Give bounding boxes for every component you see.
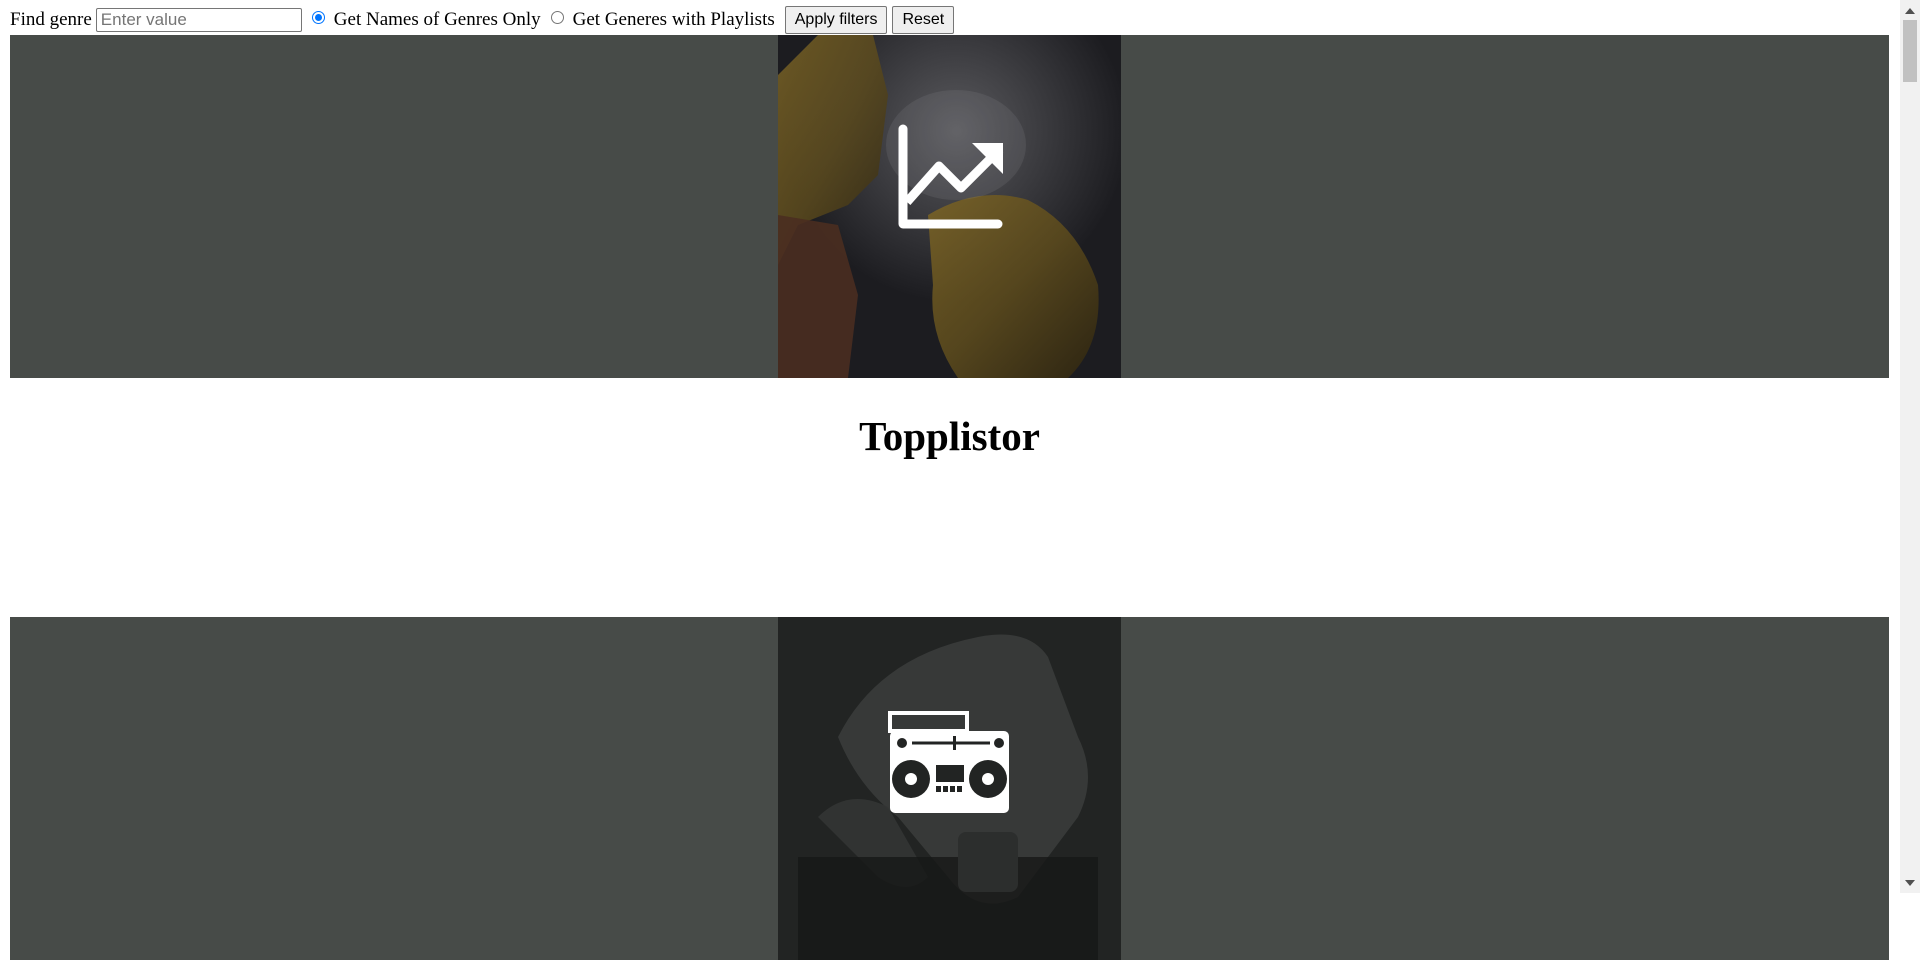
hand-photo	[778, 617, 1121, 960]
boombox-icon	[888, 711, 1009, 813]
radio-with-playlists[interactable]	[550, 10, 564, 24]
trending-up-icon	[898, 124, 1004, 229]
scroll-down-arrow-icon[interactable]	[1900, 874, 1920, 891]
radio-names-only-option[interactable]: Get Names of Genres Only	[311, 9, 541, 31]
radio-with-playlists-label: Get Generes with Playlists	[572, 9, 775, 30]
vertical-scrollbar[interactable]	[1900, 0, 1920, 893]
section-title-toplists: Topplistor	[859, 413, 1040, 459]
boxing-gloves-photo	[778, 35, 1121, 378]
find-genre-input[interactable]	[95, 8, 302, 32]
radio-with-playlists-option[interactable]: Get Generes with Playlists	[550, 9, 775, 31]
reset-button[interactable]: Reset	[892, 6, 955, 34]
scroll-up-arrow-icon[interactable]	[1900, 2, 1920, 19]
toplists-banner[interactable]	[10, 35, 1889, 378]
filter-bar: Find genre Get Names of Genres Only Get …	[10, 5, 959, 35]
apply-filters-button[interactable]: Apply filters	[784, 6, 888, 34]
genre-banner[interactable]	[10, 617, 1889, 960]
radio-names-only[interactable]	[311, 10, 325, 24]
scrollbar-thumb[interactable]	[1903, 20, 1917, 82]
find-genre-label: Find genre	[10, 9, 92, 30]
radio-names-only-label: Get Names of Genres Only	[333, 9, 541, 30]
